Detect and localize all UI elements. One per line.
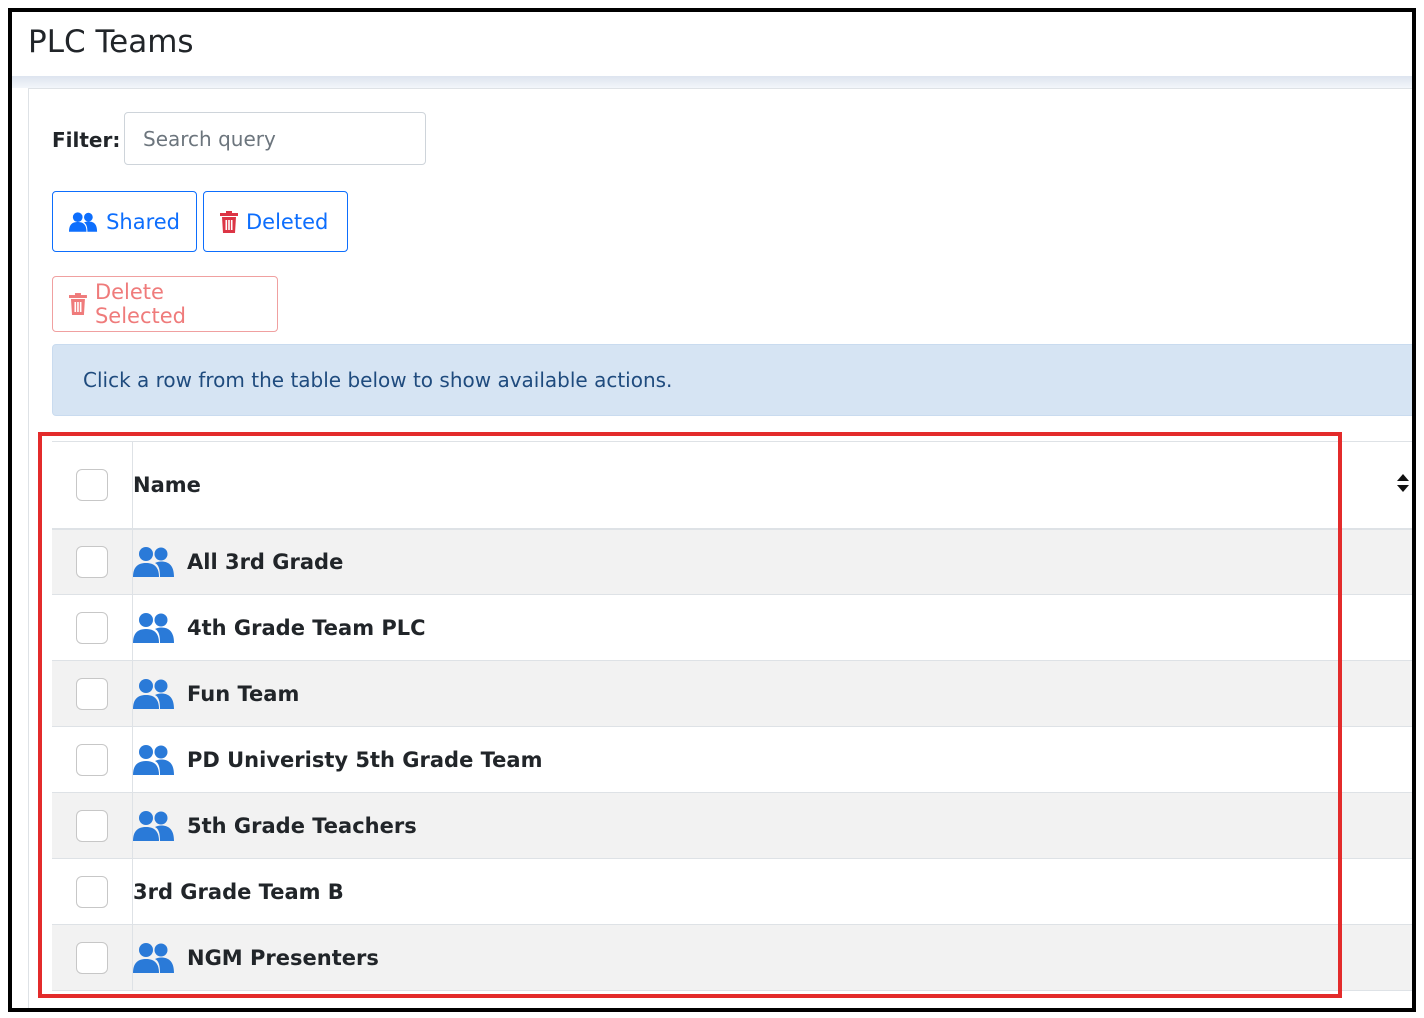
- info-alert: Click a row from the table below to show…: [52, 344, 1412, 416]
- app-window: PLC Teams Filter: Shared Deleted: [8, 8, 1416, 1012]
- column-header-label: Name: [133, 472, 201, 497]
- search-input[interactable]: [124, 112, 426, 165]
- info-alert-text: Click a row from the table below to show…: [83, 368, 673, 392]
- team-name: 4th Grade Team PLC: [187, 615, 426, 640]
- table-row[interactable]: 3rd Grade Team B: [52, 858, 1413, 925]
- table-row[interactable]: NGM Presenters: [52, 924, 1413, 991]
- row-checkbox-cell: [52, 594, 133, 661]
- teams-table: Name All 3rd Grade 4th Grade Team PLC Fun …: [52, 441, 1413, 991]
- table-row[interactable]: 4th Grade Team PLC: [52, 594, 1413, 661]
- users-icon: [69, 211, 98, 232]
- row-checkbox[interactable]: [76, 875, 108, 908]
- row-checkbox[interactable]: [76, 941, 108, 974]
- row-checkbox[interactable]: [76, 743, 108, 776]
- shared-button-label: Shared: [106, 209, 180, 234]
- trash-icon: [220, 210, 238, 233]
- users-icon: [133, 810, 174, 841]
- page-title: PLC Teams: [28, 24, 194, 60]
- row-checkbox[interactable]: [76, 677, 108, 710]
- users-icon: [133, 744, 174, 775]
- team-name: PD Univeristy 5th Grade Team: [187, 747, 543, 772]
- sort-icon[interactable]: [1396, 472, 1410, 494]
- team-name: 3rd Grade Team B: [133, 879, 344, 904]
- table-row[interactable]: All 3rd Grade: [52, 528, 1413, 595]
- team-name-cell[interactable]: NGM Presenters: [133, 925, 1413, 991]
- select-all-cell: [52, 441, 133, 529]
- filter-label: Filter:: [52, 128, 121, 152]
- delete-selected-button[interactable]: Delete Selected: [52, 276, 278, 332]
- team-name-cell[interactable]: All 3rd Grade: [133, 529, 1413, 595]
- delete-selected-label: Delete Selected: [94, 280, 186, 328]
- column-header-name[interactable]: Name: [133, 442, 1413, 529]
- team-name-cell[interactable]: Fun Team: [133, 661, 1413, 727]
- users-icon: [133, 546, 174, 577]
- row-checkbox-cell: [52, 858, 133, 925]
- table-header-row: Name: [52, 441, 1413, 529]
- team-name-cell[interactable]: PD Univeristy 5th Grade Team: [133, 727, 1413, 793]
- team-name: Fun Team: [187, 681, 300, 706]
- row-checkbox-cell: [52, 792, 133, 859]
- page-header: PLC Teams: [12, 12, 1412, 76]
- shared-button[interactable]: Shared: [52, 191, 197, 252]
- row-checkbox[interactable]: [76, 545, 108, 578]
- users-icon: [133, 942, 174, 973]
- row-checkbox[interactable]: [76, 611, 108, 644]
- team-name-cell[interactable]: 5th Grade Teachers: [133, 793, 1413, 859]
- select-all-checkbox[interactable]: [76, 468, 108, 501]
- table-row[interactable]: Fun Team: [52, 660, 1413, 727]
- table-row[interactable]: 5th Grade Teachers: [52, 792, 1413, 859]
- deleted-button[interactable]: Deleted: [203, 191, 348, 252]
- deleted-button-label: Deleted: [246, 209, 329, 234]
- team-name: All 3rd Grade: [187, 549, 344, 574]
- users-icon: [133, 678, 174, 709]
- team-name: 5th Grade Teachers: [187, 813, 417, 838]
- header-divider: [12, 76, 1412, 88]
- trash-icon: [69, 293, 87, 315]
- row-checkbox-cell: [52, 924, 133, 991]
- row-checkbox-cell: [52, 528, 133, 595]
- table-row[interactable]: PD Univeristy 5th Grade Team: [52, 726, 1413, 793]
- users-icon: [133, 612, 174, 643]
- row-checkbox-cell: [52, 660, 133, 727]
- team-name-cell[interactable]: 3rd Grade Team B: [133, 859, 1413, 925]
- team-name: NGM Presenters: [187, 945, 379, 970]
- row-checkbox-cell: [52, 726, 133, 793]
- team-name-cell[interactable]: 4th Grade Team PLC: [133, 595, 1413, 661]
- row-checkbox[interactable]: [76, 809, 108, 842]
